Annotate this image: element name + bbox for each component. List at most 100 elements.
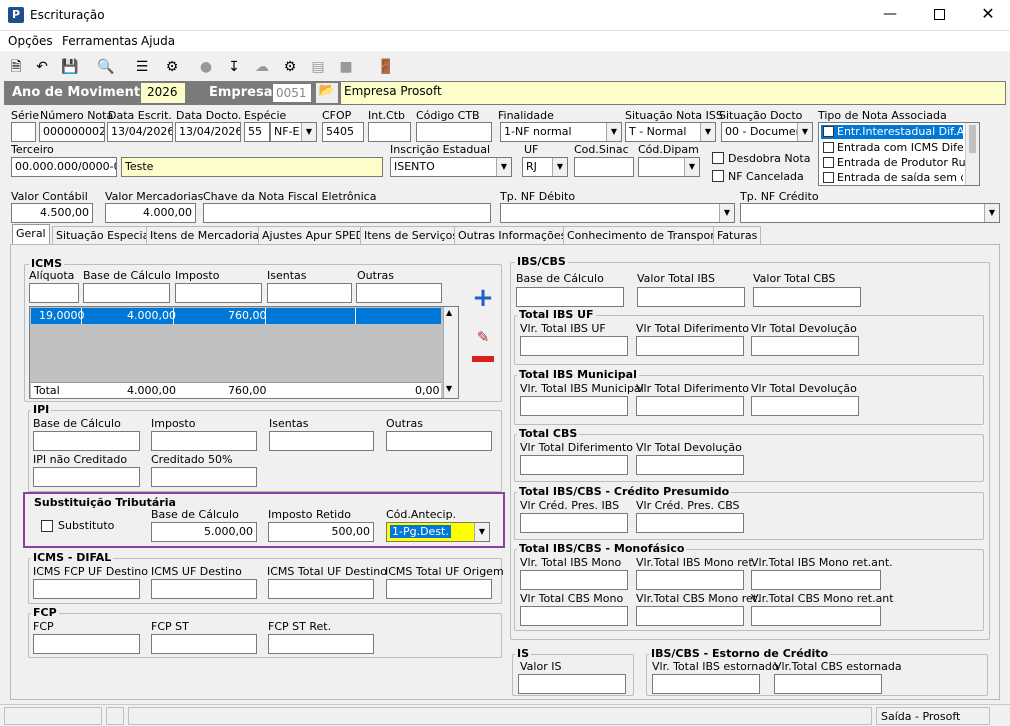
tab-itens-mercadorias[interactable]: Itens de Mercadorias (146, 226, 269, 245)
vmerc-input[interactable]: 4.000,00 (105, 203, 196, 223)
fcp-input[interactable] (33, 634, 140, 654)
is-input[interactable] (518, 674, 626, 694)
numero-input[interactable]: 0000000028 (39, 122, 105, 142)
ibs-uf3-input[interactable] (751, 336, 859, 356)
icms-aliquota-input[interactable] (29, 283, 79, 303)
mono2-input[interactable] (636, 570, 744, 590)
tab-situacao-especial[interactable]: Situação Especial (52, 226, 157, 245)
ibs-mun2-input[interactable] (636, 396, 744, 416)
fcp-st-input[interactable] (151, 634, 257, 654)
uf-select[interactable]: RJ ▼ (522, 157, 568, 177)
difal-total-orig-input[interactable] (386, 579, 492, 599)
desdobra-checkbox[interactable] (712, 152, 724, 164)
scrollbar[interactable] (965, 123, 979, 185)
ipi-imposto-input[interactable] (151, 431, 257, 451)
icms-imposto-input[interactable] (175, 283, 262, 303)
cib-icon[interactable]: ⚙ (280, 57, 300, 77)
fcp-st-ret-input[interactable] (268, 634, 374, 654)
new-icon[interactable]: 🗎 (6, 57, 26, 77)
st-cod-select[interactable]: 1-Pg.Dest. ▼ (386, 522, 490, 542)
tab-geral[interactable]: Geral (12, 224, 50, 245)
checkbox[interactable] (823, 126, 834, 137)
substituto-checkbox[interactable] (41, 520, 53, 532)
menu-ajuda[interactable]: Ajuda (141, 34, 175, 48)
mono3-input[interactable] (751, 570, 881, 590)
tree-icon[interactable]: ☰ (132, 57, 152, 77)
edit-icon[interactable]: ✎ (472, 328, 494, 348)
vcontabil-input[interactable]: 4.500,00 (11, 203, 93, 223)
list-item[interactable]: Entrada com ICMS Diferido (821, 141, 963, 155)
tab-conhecimento-transporte[interactable]: Conhecimento de Transporte (563, 226, 730, 245)
estorno2-input[interactable] (774, 674, 882, 694)
ano-input[interactable]: 2026 (140, 82, 186, 104)
box-icon[interactable]: ■ (336, 57, 356, 77)
grid-icon[interactable]: ▤ (308, 57, 328, 77)
estorno1-input[interactable] (652, 674, 760, 694)
ipi-outras-input[interactable] (386, 431, 492, 451)
cfop-input[interactable]: 5405 (322, 122, 364, 142)
add-icon[interactable]: + (472, 285, 494, 311)
tipo-nota-list[interactable]: Entr.Interestadual Dif.Alíq Entrada com … (818, 122, 980, 186)
finalidade-select[interactable]: 1-NF normal ▼ (500, 122, 622, 142)
cloud-icon[interactable]: ☁ (252, 57, 272, 77)
mono5-input[interactable] (636, 606, 744, 626)
data-docto-input[interactable]: 13/04/2026 (175, 122, 241, 142)
data-escrit-input[interactable]: 13/04/2026 (107, 122, 173, 142)
sinac-input[interactable] (574, 157, 634, 177)
menu-ferramentas[interactable]: Ferramentas (62, 34, 138, 48)
st-base-input[interactable]: 5.000,00 (151, 522, 257, 542)
codctb-input[interactable] (416, 122, 492, 142)
difal-fcp-input[interactable] (33, 579, 140, 599)
save-icon[interactable]: 💾 (60, 57, 80, 77)
minimize-icon[interactable]: — (880, 6, 900, 24)
icms-isentas-input[interactable] (267, 283, 352, 303)
especie-select[interactable]: NF-E ▼ (270, 122, 317, 142)
exit-icon[interactable]: 🚪 (376, 57, 396, 77)
maximize-icon[interactable] (934, 9, 945, 20)
icms-grid[interactable]: 19,0000 4.000,00 760,00 Total 4.000,00 7… (29, 306, 459, 399)
icms-base-input[interactable] (83, 283, 170, 303)
ibs-mun1-input[interactable] (520, 396, 628, 416)
difal-uf-dest-input[interactable] (151, 579, 257, 599)
sit-iss-select[interactable]: T - Normal ▼ (625, 122, 716, 142)
serie-input[interactable] (11, 122, 36, 142)
cbs1-input[interactable] (520, 455, 628, 475)
ibs-uf2-input[interactable] (636, 336, 744, 356)
difal-total-dest-input[interactable] (268, 579, 374, 599)
list-item[interactable]: Entr.Interestadual Dif.Alíq (821, 125, 977, 139)
ipi-nao-cred-input[interactable] (33, 467, 140, 487)
table-row[interactable]: 19,0000 4.000,00 760,00 (31, 308, 441, 324)
checkbox[interactable] (823, 142, 834, 153)
cancelada-checkbox[interactable] (712, 170, 724, 182)
ipi-cred50-input[interactable] (151, 467, 257, 487)
intctb-input[interactable] (368, 122, 411, 142)
empresa-code[interactable]: 0051 (272, 83, 312, 103)
folder-icon[interactable]: 📂 (316, 83, 338, 103)
ibs-vibs-input[interactable] (637, 287, 745, 307)
debito-select[interactable]: ▼ (500, 203, 735, 223)
ie-select[interactable]: ISENTO ▼ (390, 157, 512, 177)
chave-input[interactable] (203, 203, 491, 223)
download-icon[interactable]: ↧ (224, 57, 244, 77)
close-icon[interactable]: ✕ (978, 4, 998, 24)
scrollbar[interactable]: ▲ ▼ (443, 307, 458, 398)
checkbox[interactable] (823, 172, 834, 183)
apple-icon[interactable]: ● (196, 57, 216, 77)
terceiro-doc-input[interactable]: 00.000.000/0000-00 (11, 157, 117, 177)
ibs-mun3-input[interactable] (751, 396, 859, 416)
sit-docto-select[interactable]: 00 - Document ▼ (721, 122, 813, 142)
mono1-input[interactable] (520, 570, 628, 590)
tab-faturas[interactable]: Faturas (713, 226, 762, 245)
especie-code[interactable]: 55 (244, 122, 270, 142)
tab-itens-servicos[interactable]: Itens de Serviços (360, 226, 463, 245)
list-item[interactable]: Entrada de Produtor Rural (821, 156, 980, 170)
credito-select[interactable]: ▼ (740, 203, 1000, 223)
ipi-isentas-input[interactable] (269, 431, 374, 451)
ipi-base-input[interactable] (33, 431, 140, 451)
dipam-select[interactable]: ▼ (638, 157, 700, 177)
undo-icon[interactable]: ↶ (32, 57, 52, 77)
checkbox[interactable] (823, 157, 834, 168)
cbs2-input[interactable] (636, 455, 744, 475)
mono6-input[interactable] (751, 606, 881, 626)
tab-outras-informacoes[interactable]: Outras Informações (454, 226, 571, 245)
